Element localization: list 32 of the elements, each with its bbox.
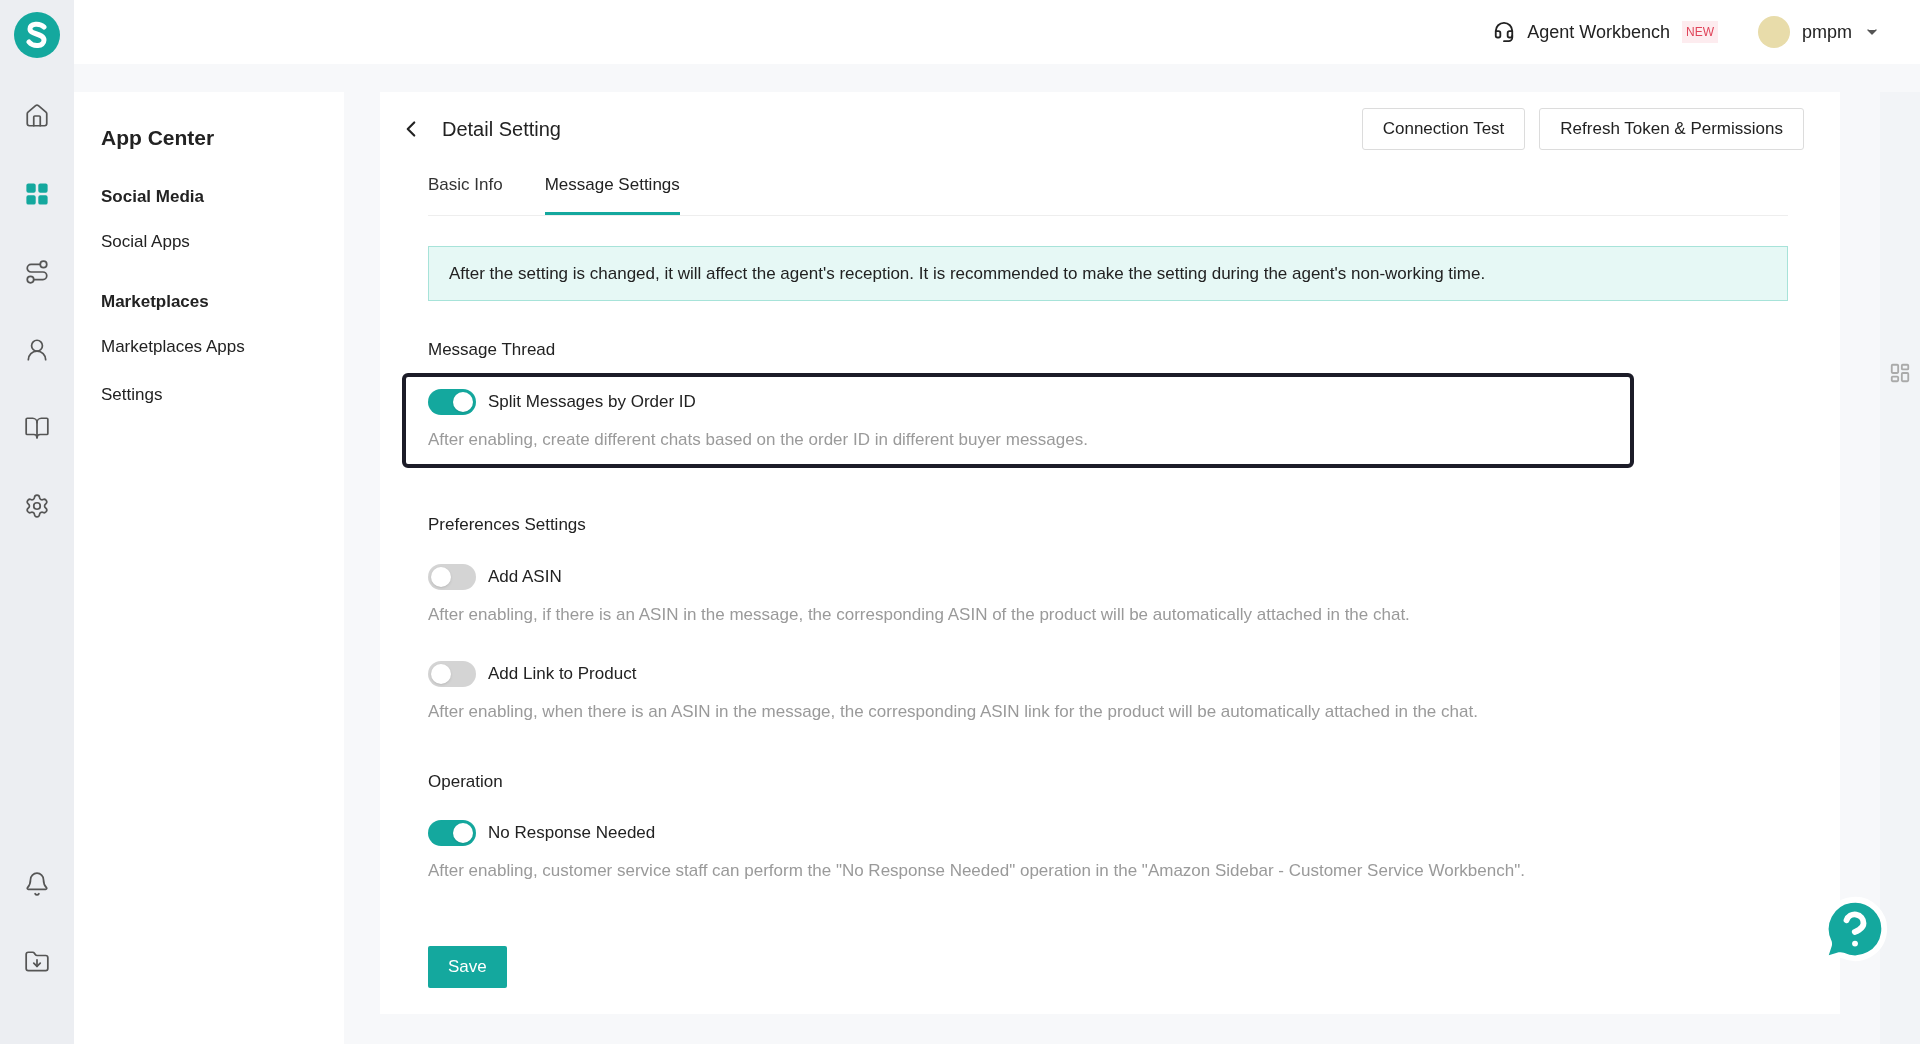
setting-label: Add ASIN: [488, 565, 562, 588]
sidebar-item[interactable]: Social Apps: [101, 229, 344, 255]
sidebar-title: App Center: [101, 125, 216, 151]
section-title: Preferences Settings: [428, 514, 587, 536]
toggle-switch[interactable]: [428, 820, 476, 846]
setting-description: After enabling, customer service staff can perform the "No Response Needed" operation in the "Amazon Sidebar - Customer Service Workbench".: [428, 860, 1526, 882]
workbench-link[interactable]: Agent Workbench: [1527, 18, 1670, 46]
setting-description: After enabling, create different chats based on the order ID in different buyer messages.: [428, 428, 1089, 451]
tab[interactable]: Basic Info: [428, 172, 503, 215]
outline-button[interactable]: Connection Test: [1361, 108, 1526, 150]
sidebar-item[interactable]: Settings: [101, 381, 344, 407]
logo-icon: [14, 12, 60, 58]
toggle-switch[interactable]: [428, 388, 476, 415]
toggle-switch[interactable]: [428, 661, 476, 687]
notice-banner: After the setting is changed, it will affect the agent's reception. It is recommended to make the setting during the agent's non-working time.: [428, 245, 1788, 301]
setting-label: Split Messages by Order ID: [488, 390, 696, 413]
sidebar-group-title: Marketplaces: [101, 290, 210, 313]
section-title: Operation: [428, 770, 504, 793]
sidebar-item[interactable]: Marketplaces Apps: [101, 334, 344, 360]
section-title: Message Thread: [428, 339, 557, 361]
tab[interactable]: Message Settings: [544, 172, 680, 215]
setting-description: After enabling, when there is an ASIN in the message, the corresponding ASIN link for the product will be automatically attached in the chat.: [428, 701, 1479, 723]
setting-label: Add Link to Product: [488, 663, 637, 686]
new-badge: NEW: [1682, 21, 1718, 43]
setting-description: After enabling, if there is an ASIN in the message, the corresponding ASIN of the product will be automatically attached in the chat.: [428, 603, 1411, 626]
outline-button[interactable]: Refresh Token & Permissions: [1539, 108, 1804, 150]
toggle-switch[interactable]: [428, 563, 476, 590]
headset-icon: [1493, 21, 1516, 43]
setting-label: No Response Needed: [488, 822, 656, 845]
user-name[interactable]: pmpm: [1802, 18, 1852, 46]
sidebar-group-title: Social Media: [101, 185, 205, 208]
page-title: Detail Setting: [442, 117, 561, 142]
